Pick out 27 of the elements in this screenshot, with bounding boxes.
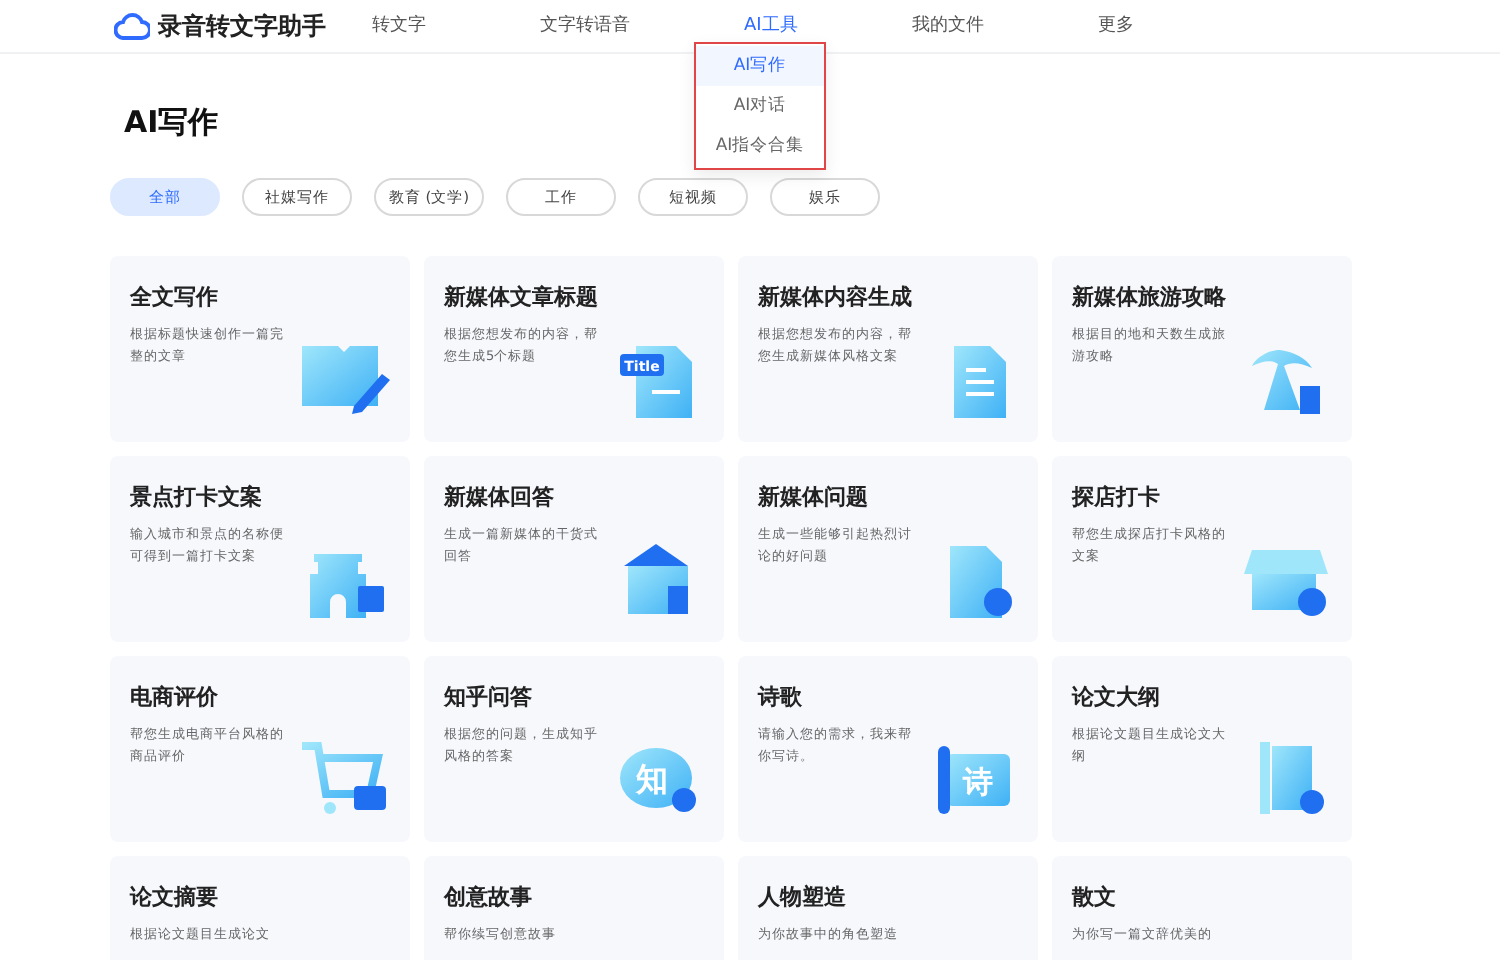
card-title: 电商评价 — [130, 682, 220, 712]
card-title: 探店打卡 — [1072, 482, 1162, 512]
page-title: AI写作 — [124, 104, 219, 142]
card-title: 新媒体问题 — [758, 482, 870, 512]
cart-chat-icon — [298, 738, 390, 818]
card-title: 新媒体回答 — [444, 482, 556, 512]
nav-tab[interactable]: 转文字 — [358, 0, 440, 52]
nav-tab[interactable]: 文字转语音 — [526, 0, 644, 52]
nav-tab[interactable]: 我的文件 — [897, 0, 998, 52]
card-title: 新媒体内容生成 — [758, 282, 914, 312]
card-title: 诗歌 — [758, 682, 804, 712]
card-title: 创意故事 — [444, 882, 534, 912]
card-title: 新媒体文章标题 — [444, 282, 600, 312]
app-name: 录音转文字助手 — [158, 9, 326, 43]
card-title: 论文大纲 — [1072, 682, 1162, 712]
card-title: 新媒体旅游攻略 — [1072, 282, 1228, 312]
card-title: 散文 — [1072, 882, 1118, 912]
menu-item[interactable]: AI对话 — [696, 86, 824, 126]
card-title: 知乎问答 — [444, 682, 534, 712]
menu-item[interactable]: AI指令合集 — [696, 126, 824, 166]
nav-tab[interactable]: 更多 — [1083, 0, 1148, 52]
card-title: 人物塑造 — [758, 882, 848, 912]
card-title: 全文写作 — [130, 282, 220, 312]
card-title: 景点打卡文案 — [130, 482, 264, 512]
card-title: 论文摘要 — [130, 882, 220, 912]
menu-item[interactable]: AI写作 — [696, 46, 824, 86]
cloud-logo-icon — [114, 12, 150, 40]
